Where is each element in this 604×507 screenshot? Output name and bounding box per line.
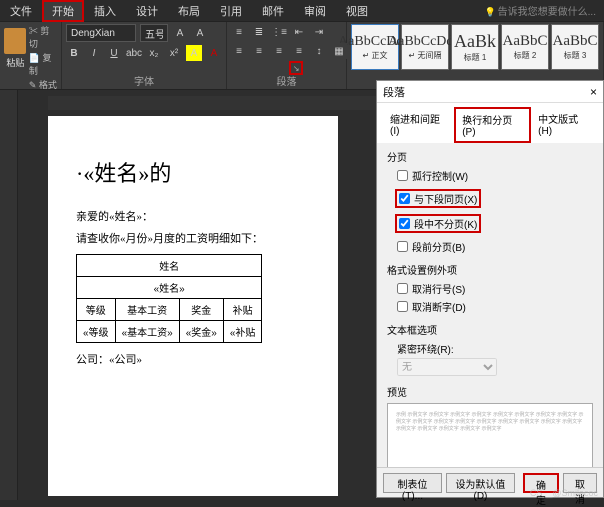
inc-indent-button[interactable]: ⇥ bbox=[311, 24, 327, 40]
group-label-font: 字体 bbox=[66, 72, 222, 89]
style-h1[interactable]: AaBk标题 1 bbox=[451, 24, 499, 70]
dialog-close-button[interactable]: × bbox=[590, 85, 597, 99]
align-center-button[interactable]: ≡ bbox=[251, 43, 267, 59]
dialog-tab-linebreak[interactable]: 换行和分页(P) bbox=[454, 107, 531, 143]
menu-tab-home[interactable]: 开始 bbox=[42, 0, 84, 22]
section-exceptions: 格式设置例外项 bbox=[387, 262, 593, 277]
cut-button[interactable]: ✂ 剪切 bbox=[29, 24, 57, 50]
doc-line1[interactable]: 请查收你«月份»月度的工资明细如下： bbox=[76, 230, 310, 246]
bold-button[interactable]: B bbox=[66, 45, 82, 61]
chk-no-hyphen[interactable]: 取消断字(D) bbox=[397, 299, 593, 314]
menu-tab-file[interactable]: 文件 bbox=[0, 0, 42, 22]
style-h3[interactable]: AaBbC标题 3 bbox=[551, 24, 599, 70]
copy-button[interactable]: 📄 复制 bbox=[29, 51, 57, 77]
dec-indent-button[interactable]: ⇤ bbox=[291, 24, 307, 40]
paste-button[interactable]: 粘贴 bbox=[4, 24, 27, 72]
chk-no-linenum[interactable]: 取消行号(S) bbox=[397, 281, 593, 296]
doc-greeting[interactable]: 亲爱的«姓名»： bbox=[76, 208, 310, 224]
italic-button[interactable]: I bbox=[86, 45, 102, 61]
shading-button[interactable]: ▦ bbox=[331, 43, 347, 59]
font-color-button[interactable]: A bbox=[206, 45, 222, 61]
chk-page-before[interactable]: 段前分页(B) bbox=[397, 239, 593, 254]
doc-table[interactable]: 姓名 «姓名» 等级基本工资奖金补贴 «等级«基本工资»«奖金»«补贴 bbox=[76, 254, 262, 343]
doc-title[interactable]: ·«姓名»的 bbox=[76, 156, 310, 188]
menu-tab-insert[interactable]: 插入 bbox=[84, 0, 126, 22]
dialog-tab-indent[interactable]: 缩进和间距(I) bbox=[383, 107, 454, 143]
clipboard-icon bbox=[4, 28, 26, 54]
set-default-button[interactable]: 设为默认值(D) bbox=[446, 473, 515, 493]
tell-me-input[interactable]: 告诉我您想要做什么... bbox=[484, 3, 604, 18]
dialog-tab-cjk[interactable]: 中文版式(H) bbox=[531, 107, 597, 143]
numbering-button[interactable]: ≣ bbox=[251, 24, 267, 40]
doc-company[interactable]: 公司：«公司» bbox=[76, 351, 310, 367]
multilevel-button[interactable]: ⋮≡ bbox=[271, 24, 287, 40]
underline-button[interactable]: U bbox=[106, 45, 122, 61]
section-preview: 预览 bbox=[387, 384, 593, 399]
sub-button[interactable]: x₂ bbox=[146, 45, 162, 61]
section-textbox: 文本框选项 bbox=[387, 322, 593, 337]
chk-widow[interactable]: 孤行控制(W) bbox=[397, 168, 593, 183]
style-h2[interactable]: AaBbC标题 2 bbox=[501, 24, 549, 70]
document-page[interactable]: ·«姓名»的 亲爱的«姓名»： 请查收你«月份»月度的工资明细如下： 姓名 «姓… bbox=[48, 116, 338, 496]
bullets-button[interactable]: ≡ bbox=[231, 24, 247, 40]
section-pagination: 分页 bbox=[387, 149, 593, 164]
style-nospace[interactable]: AaBbCcDdE↵ 无间隔 bbox=[401, 24, 449, 70]
tight-wrap-select[interactable]: 无 bbox=[397, 358, 497, 376]
line-spacing-button[interactable]: ↕ bbox=[311, 43, 327, 59]
grow-font-button[interactable]: A bbox=[172, 25, 188, 41]
sup-button[interactable]: x² bbox=[166, 45, 182, 61]
chk-keep-lines[interactable]: 段中不分页(K) bbox=[395, 214, 481, 233]
menu-tab-references[interactable]: 引用 bbox=[210, 0, 252, 22]
align-right-button[interactable]: ≡ bbox=[271, 43, 287, 59]
highlight-button[interactable]: A bbox=[186, 45, 202, 61]
menu-tab-view[interactable]: 视图 bbox=[336, 0, 378, 22]
chk-keep-next[interactable]: 与下段同页(X) bbox=[395, 189, 481, 208]
paragraph-dialog-launcher[interactable]: ↘ bbox=[289, 61, 303, 75]
paragraph-dialog: 段落 × 缩进和间距(I) 换行和分页(P) 中文版式(H) 分页 孤行控制(W… bbox=[376, 80, 604, 498]
dialog-title: 段落 bbox=[383, 84, 405, 100]
ruler-vertical bbox=[0, 90, 18, 500]
shrink-font-button[interactable]: A bbox=[192, 25, 208, 41]
tight-wrap-label: 紧密环绕(R): bbox=[397, 341, 593, 356]
group-label-paragraph: 段落 bbox=[231, 72, 342, 89]
font-size-select[interactable] bbox=[140, 24, 168, 42]
watermark: CS__@Smilecoc bbox=[530, 488, 598, 498]
menu-tab-review[interactable]: 审阅 bbox=[294, 0, 336, 22]
menu-tab-layout[interactable]: 布局 bbox=[168, 0, 210, 22]
preview-box: 示例 示例文字 示例文字 示例文字 示例文字 示例文字 示例文字 示例文字 示例… bbox=[387, 403, 593, 467]
menu-tab-design[interactable]: 设计 bbox=[126, 0, 168, 22]
menu-tab-mailings[interactable]: 邮件 bbox=[252, 0, 294, 22]
tabstops-button[interactable]: 制表位(T)... bbox=[383, 473, 442, 493]
justify-button[interactable]: ≡ bbox=[291, 43, 307, 59]
align-left-button[interactable]: ≡ bbox=[231, 43, 247, 59]
font-name-select[interactable] bbox=[66, 24, 136, 42]
strike-button[interactable]: abc bbox=[126, 45, 142, 61]
